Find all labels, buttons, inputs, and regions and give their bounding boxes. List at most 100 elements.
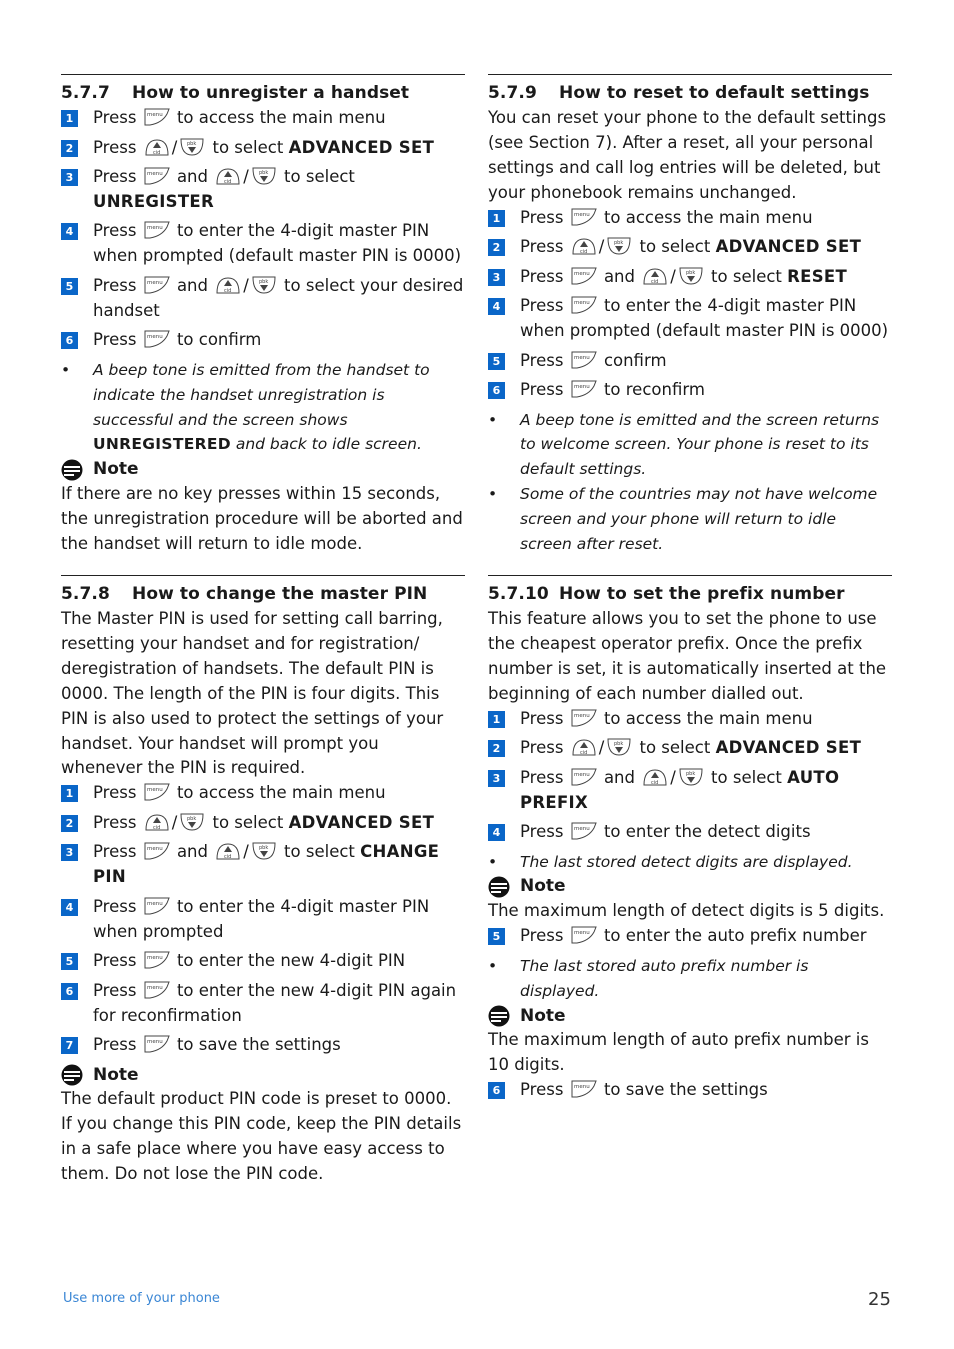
menu-key-icon bbox=[571, 296, 597, 314]
pbk-down-key-icon bbox=[252, 167, 276, 185]
intro-text: This feature allows you to set the phone… bbox=[488, 608, 887, 703]
step-number-badge: 6 bbox=[61, 332, 78, 350]
note-heading: Note bbox=[61, 457, 465, 482]
cid-up-key-icon bbox=[145, 814, 169, 831]
step-number-badge: 1 bbox=[488, 710, 505, 728]
step-item: 2 Press / to select ADVANCED SET bbox=[488, 736, 892, 761]
menu-key-icon bbox=[571, 926, 597, 944]
bullet-item: • The last stored auto prefix number is d… bbox=[488, 956, 809, 1000]
step-number-badge: 7 bbox=[61, 1037, 78, 1055]
step-number-badge: 2 bbox=[488, 239, 505, 257]
note-heading: Note bbox=[488, 1004, 892, 1029]
menu-key-icon bbox=[144, 108, 170, 126]
step-item: 3 Press and / to select CHANGE PIN bbox=[61, 840, 465, 890]
menu-key-icon bbox=[144, 842, 170, 860]
step-list: 1 Press to access the main menu 2 Press / t… bbox=[61, 781, 465, 1058]
menu-option-label: ADVANCED SET bbox=[288, 137, 435, 157]
menu-key-icon bbox=[144, 951, 170, 969]
step-item: 2 Press / to select ADVANCED SET bbox=[61, 811, 465, 836]
footer-chapter: Use more of your phone bbox=[63, 1291, 220, 1306]
step-number-badge: 6 bbox=[61, 982, 78, 1000]
step-item: 5 Press to enter the new 4-digit PIN bbox=[61, 949, 465, 974]
step-number-badge: 5 bbox=[488, 928, 505, 946]
step-item: 2 Press / to select ADVANCED SET bbox=[488, 235, 892, 260]
cid-up-key-icon bbox=[572, 739, 596, 757]
step-item: 6 Press to enter the new 4-digit PIN agai… bbox=[61, 979, 465, 1029]
step-item: 6 Press to reconfirm bbox=[488, 378, 892, 403]
step-number-badge: 4 bbox=[488, 298, 505, 316]
step-item: 7 Press to save the settings bbox=[61, 1033, 465, 1058]
menu-key-icon bbox=[144, 221, 170, 239]
step-number-badge: 3 bbox=[488, 769, 505, 787]
cid-up-key-icon bbox=[643, 268, 667, 285]
screen-label: UNREGISTERED bbox=[93, 435, 231, 454]
pbk-down-key-icon bbox=[252, 842, 276, 860]
cid-up-key-icon bbox=[216, 168, 240, 185]
step-item: 3 Press and / to select UNREGISTER bbox=[61, 165, 465, 215]
step-number-badge: 2 bbox=[61, 814, 78, 832]
step-list: 1 Press to access the main menu 2 Press / t… bbox=[488, 707, 892, 845]
menu-key-icon bbox=[571, 822, 597, 840]
step-item: 6 Press to confirm bbox=[61, 328, 465, 353]
section-heading: 5.7.9 How to reset to default settings bbox=[488, 81, 892, 106]
menu-key-icon bbox=[144, 276, 170, 294]
menu-key-icon bbox=[571, 709, 597, 727]
section-prefix-number: 5.7.10 How to set the prefix number This … bbox=[488, 574, 892, 1103]
step-number-badge: 1 bbox=[488, 209, 505, 227]
section-title: How to unregister a handset bbox=[132, 83, 410, 103]
menu-option-label: ADVANCED SET bbox=[715, 237, 862, 257]
step-item: 4 Press to enter the detect digits bbox=[488, 820, 892, 845]
section-number: 5.7.10 bbox=[488, 583, 549, 604]
left-column: 5.7.7 How to unregister a handset 1 Press … bbox=[61, 74, 465, 1205]
section-title: How to set the prefix number bbox=[559, 583, 845, 604]
note-text: The maximum length of auto prefix number… bbox=[488, 1030, 869, 1075]
step-item: 1 Press to access the main menu bbox=[61, 106, 465, 131]
menu-key-icon bbox=[144, 167, 170, 185]
step-list: 1 Press to access the main menu 2 Press / t… bbox=[488, 206, 892, 403]
section-heading: 5.7.7 How to unregister a handset bbox=[61, 81, 465, 106]
menu-key-icon bbox=[571, 1080, 597, 1098]
intro-text: The Master PIN is used for setting call … bbox=[61, 608, 444, 778]
step-item: 3 Press and / to select AUTO PREFIX bbox=[488, 766, 892, 816]
step-item: 3 Press and / to select RESET bbox=[488, 265, 892, 290]
menu-key-icon bbox=[571, 768, 597, 786]
menu-option-label: RESET bbox=[787, 266, 848, 286]
menu-key-icon bbox=[571, 351, 597, 369]
step-item: 1 Press to access the main menu bbox=[488, 707, 892, 732]
menu-key-icon bbox=[144, 783, 170, 801]
step-number-badge: 2 bbox=[61, 139, 78, 157]
menu-key-icon bbox=[144, 981, 170, 999]
note-icon bbox=[488, 876, 510, 898]
pbk-down-key-icon bbox=[607, 738, 631, 756]
step-list: 5 Press to enter the auto prefix number bbox=[488, 924, 892, 949]
section-heading: 5.7.8 How to change the master PIN bbox=[61, 582, 465, 607]
step-number-badge: 3 bbox=[488, 268, 505, 286]
section-number: 5.7.7 bbox=[61, 83, 110, 103]
bullet-item: • A beep tone is emitted from the handset… bbox=[61, 360, 430, 454]
note-heading: Note bbox=[488, 874, 892, 899]
cid-up-key-icon bbox=[145, 139, 169, 156]
step-item: 4 Press to enter the 4-digit master PIN w… bbox=[488, 294, 892, 344]
note-heading: Note bbox=[61, 1063, 465, 1088]
pbk-down-key-icon bbox=[180, 813, 204, 831]
note-icon bbox=[61, 1064, 83, 1086]
note-text: The default product PIN code is preset t… bbox=[61, 1089, 462, 1184]
step-number-badge: 5 bbox=[61, 277, 78, 295]
step-item: 4 Press to enter the 4-digit master PIN w… bbox=[61, 219, 465, 269]
note-text: The maximum length of detect digits is 5… bbox=[488, 901, 885, 921]
section-change-master-pin: 5.7.8 How to change the master PIN The Ma… bbox=[61, 574, 465, 1187]
step-item: 5 Press to enter the auto prefix number bbox=[488, 924, 892, 949]
bullet-item: • A beep tone is emitted and the screen r… bbox=[488, 410, 880, 479]
step-number-badge: 5 bbox=[61, 953, 78, 971]
step-number-badge: 2 bbox=[488, 740, 505, 758]
menu-key-icon bbox=[571, 208, 597, 226]
pbk-down-key-icon bbox=[607, 237, 631, 255]
intro-text: You can reset your phone to the default … bbox=[488, 108, 887, 202]
menu-key-icon bbox=[571, 267, 597, 285]
section-reset-default: 5.7.9 How to reset to default settings Yo… bbox=[488, 74, 892, 557]
pbk-down-key-icon bbox=[180, 138, 204, 155]
section-number: 5.7.9 bbox=[488, 83, 537, 103]
note-icon bbox=[488, 1005, 510, 1027]
step-item: 1 Press to access the main menu bbox=[488, 206, 892, 231]
bullet-item: • The last stored detect digits are displ… bbox=[488, 852, 853, 871]
